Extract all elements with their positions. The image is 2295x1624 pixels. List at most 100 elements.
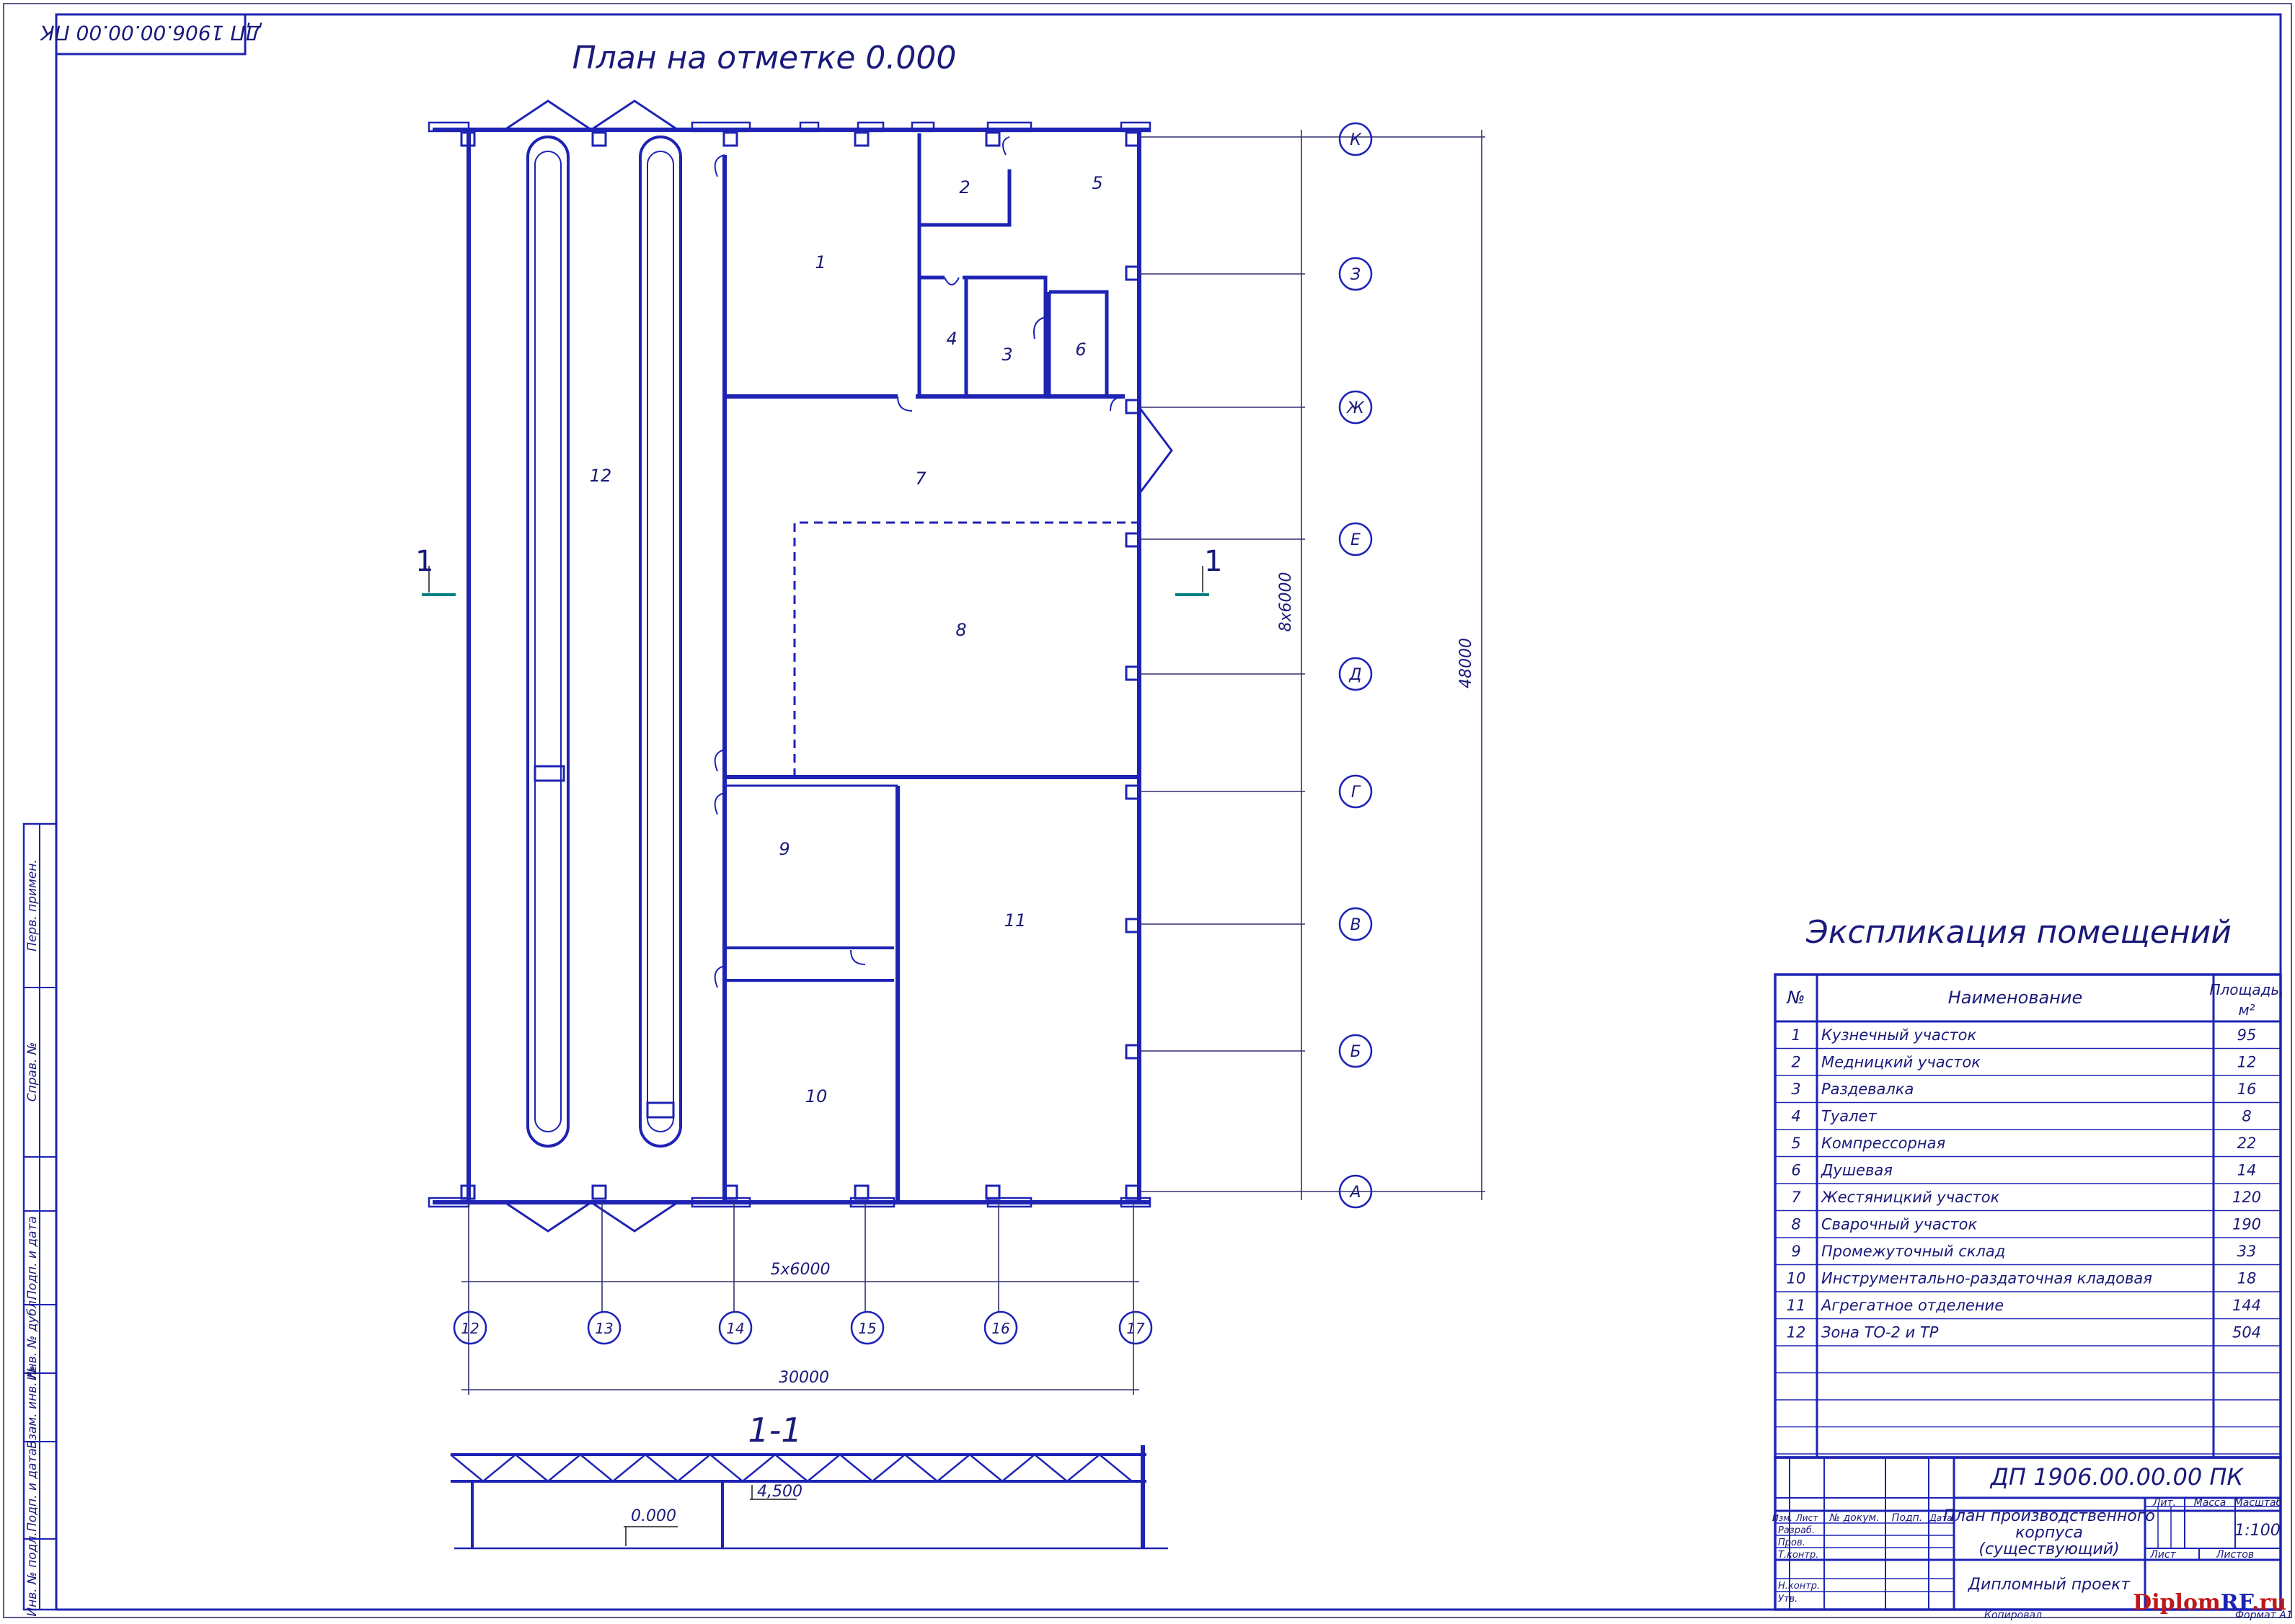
- axis-lines-right: [1139, 130, 1485, 1200]
- floor-plan: 1 2 3 4 5 6 7 8 9 10 11 12 1 1: [415, 99, 1222, 1233]
- row-name: Инструментально-раздаточная кладовая: [1821, 1270, 2152, 1287]
- row-area: 12: [2237, 1054, 2257, 1071]
- svg-text:ДП 1906.00.00.00 ПК: ДП 1906.00.00.00 ПК: [1989, 1463, 2245, 1491]
- row-area: 120: [2232, 1189, 2261, 1206]
- row-name: Компрессорная: [1821, 1135, 1945, 1152]
- svg-text:Перв. примен.: Перв. примен.: [25, 859, 40, 951]
- svg-text:1: 1: [415, 545, 433, 578]
- svg-text:Г: Г: [1351, 784, 1361, 802]
- svg-text:2: 2: [959, 177, 970, 198]
- svg-text:Наименование: Наименование: [1948, 988, 2083, 1008]
- svg-text:16: 16: [991, 1320, 1009, 1337]
- svg-text:Справ. №: Справ. №: [25, 1042, 40, 1102]
- svg-text:1: 1: [1204, 545, 1222, 578]
- watermark: DiplomRF.ru: [2133, 1590, 2286, 1615]
- svg-text:Разраб.: Разраб.: [1778, 1525, 1815, 1536]
- row-area: 18: [2237, 1270, 2257, 1287]
- svg-text:1: 1: [815, 252, 826, 272]
- svg-text:1:100: 1:100: [2234, 1522, 2280, 1540]
- axis-lines-bottom: [461, 1202, 1139, 1395]
- row-name: Кузнечный участок: [1821, 1026, 1977, 1044]
- svg-text:Площадь,: Площадь,: [2209, 981, 2283, 998]
- row-number: 9: [1791, 1243, 1800, 1260]
- svg-text:9: 9: [779, 839, 790, 859]
- row-name: Промежуточный склад: [1821, 1243, 2005, 1260]
- svg-text:12: 12: [461, 1320, 479, 1337]
- outer-frame: [3, 3, 2292, 1618]
- svg-text:корпуса: корпуса: [2015, 1524, 2083, 1542]
- svg-text:5х6000: 5х6000: [770, 1261, 830, 1279]
- svg-text:Т.контр.: Т.контр.: [1778, 1550, 1818, 1561]
- svg-text:17: 17: [1126, 1320, 1145, 1337]
- svg-text:Лит.: Лит.: [2152, 1497, 2176, 1509]
- row-name: Медницкий участок: [1821, 1054, 1981, 1071]
- svg-text:13: 13: [595, 1320, 613, 1337]
- row-name: Раздевалка: [1821, 1081, 1914, 1098]
- axis-numbers: 12 13 14 15 16 17: [453, 1310, 1153, 1345]
- row-number: 12: [1787, 1324, 1806, 1341]
- svg-text:(существующий): (существующий): [1978, 1540, 2119, 1558]
- svg-text:Пров.: Пров.: [1778, 1538, 1805, 1548]
- row-number: 2: [1791, 1054, 1800, 1071]
- svg-text:Д: Д: [1348, 666, 1361, 684]
- plan-title: План на отметке 0.000: [572, 40, 957, 76]
- row-name: Агрегатное отделение: [1820, 1297, 2004, 1314]
- row-number: 7: [1791, 1189, 1801, 1206]
- svg-text:Утв.: Утв.: [1778, 1594, 1797, 1605]
- svg-text:З: З: [1350, 266, 1361, 284]
- svg-text:11: 11: [1004, 910, 1027, 931]
- row-area: 14: [2237, 1162, 2257, 1179]
- row-area: 8: [2242, 1108, 2251, 1125]
- svg-text:Листов: Листов: [2216, 1549, 2254, 1561]
- axis-letters: К З Ж Е Д Г В Б А: [1338, 122, 1373, 1209]
- svg-text:14: 14: [726, 1320, 744, 1337]
- row-number: 3: [1791, 1081, 1800, 1098]
- inner-frame: [55, 13, 2282, 1611]
- svg-text:8х6000: 8х6000: [1277, 572, 1295, 631]
- svg-text:30000: 30000: [779, 1369, 829, 1387]
- row-area: 22: [2237, 1135, 2257, 1152]
- svg-text:8: 8: [955, 620, 966, 640]
- side-stamp: Перв. примен. Справ. № Подп. и дата Инв.…: [22, 822, 58, 1617]
- svg-text:К: К: [1350, 131, 1362, 149]
- row-number: 10: [1787, 1270, 1806, 1287]
- svg-text:План производственного: План производственного: [1943, 1507, 2155, 1525]
- svg-text:Лист: Лист: [2149, 1549, 2176, 1561]
- row-area: 16: [2237, 1081, 2257, 1098]
- svg-text:7: 7: [915, 469, 927, 489]
- row-number: 4: [1791, 1108, 1800, 1125]
- row-name: Душевая: [1821, 1162, 1893, 1179]
- svg-text:№: №: [1786, 988, 1805, 1008]
- svg-text:Подп. и дата: Подп. и дата: [25, 1448, 40, 1532]
- svg-text:0.000: 0.000: [631, 1507, 676, 1525]
- svg-text:5: 5: [1092, 173, 1102, 193]
- svg-text:Подп. и дата: Подп. и дата: [25, 1216, 40, 1300]
- svg-text:м²: м²: [2238, 1001, 2255, 1019]
- row-number: 6: [1791, 1162, 1800, 1179]
- svg-text:ДП 1906.00.00.00 ПК: ДП 1906.00.00.00 ПК: [40, 21, 263, 45]
- row-area: 95: [2237, 1026, 2257, 1044]
- svg-text:№ докум.: № докум.: [1829, 1512, 1879, 1524]
- svg-text:Лист: Лист: [1795, 1513, 1818, 1523]
- section-1-1: 1-1 0.000 4,500: [450, 1411, 1168, 1550]
- svg-text:А: А: [1348, 1184, 1361, 1202]
- svg-text:1-1: 1-1: [748, 1411, 802, 1450]
- svg-text:Ж: Ж: [1345, 399, 1365, 417]
- svg-text:10: 10: [805, 1086, 828, 1106]
- svg-text:Взам. инв. №: Взам. инв. №: [25, 1365, 40, 1448]
- row-area: 190: [2232, 1216, 2261, 1233]
- svg-text:4,500: 4,500: [757, 1483, 802, 1501]
- svg-text:Е: Е: [1350, 531, 1361, 549]
- svg-text:15: 15: [858, 1320, 876, 1337]
- row-name: Сварочный участок: [1821, 1216, 1977, 1233]
- svg-text:Н.контр.: Н.контр.: [1778, 1581, 1820, 1592]
- svg-text:48000: 48000: [1457, 638, 1475, 688]
- row-number: 8: [1791, 1216, 1800, 1233]
- svg-text:Б: Б: [1350, 1043, 1361, 1061]
- svg-text:Дипломный проект: Дипломный проект: [1968, 1576, 2131, 1594]
- row-number: 1: [1791, 1026, 1800, 1044]
- explication-table: Экспликация помещений № Наименование Пло…: [1774, 914, 2284, 1459]
- svg-text:Дата: Дата: [1929, 1513, 1952, 1523]
- svg-text:4: 4: [946, 329, 957, 349]
- svg-text:В: В: [1350, 916, 1361, 934]
